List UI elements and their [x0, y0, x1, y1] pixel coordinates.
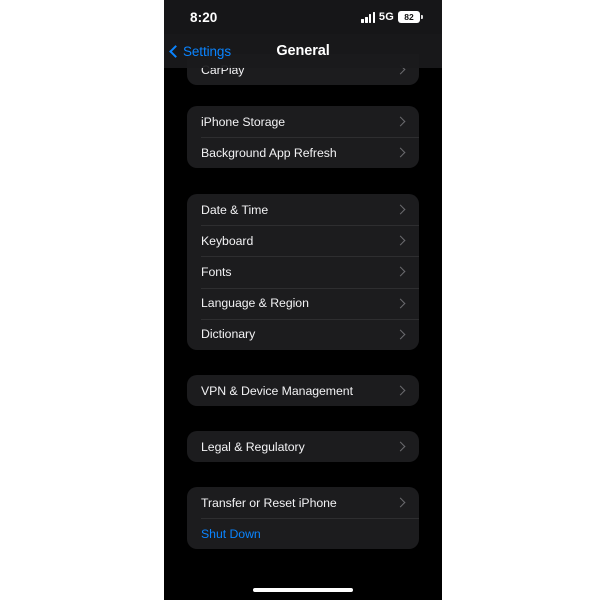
settings-row-label: Keyboard: [201, 233, 254, 248]
group-reset: Transfer or Reset iPhone Shut Down: [187, 487, 419, 550]
settings-row-label: Legal & Regulatory: [201, 439, 305, 454]
chevron-right-icon: [395, 147, 406, 158]
settings-row[interactable]: Fonts: [187, 256, 419, 287]
settings-row-label: Date & Time: [201, 202, 269, 217]
settings-row[interactable]: Language & Region: [187, 287, 419, 319]
settings-row[interactable]: Background App Refresh: [187, 137, 419, 168]
cellular-bars-icon: [361, 11, 375, 23]
settings-row[interactable]: Date & Time: [187, 194, 419, 225]
group-vpn: VPN & Device Management: [187, 375, 419, 407]
settings-row-label: iPhone Storage: [201, 114, 286, 129]
chevron-right-icon: [395, 267, 406, 277]
chevron-right-icon: [395, 204, 406, 215]
settings-row-label: Dictionary: [201, 327, 256, 342]
battery-percent-label: 82: [404, 11, 414, 22]
navigation-bar: Settings General: [164, 34, 442, 68]
group-localization: Date & Time Keyboard Fonts Language & Regio…: [187, 194, 419, 350]
settings-row-label: Language & Region: [201, 296, 309, 311]
settings-row[interactable]: Legal & Regulatory: [187, 431, 419, 462]
settings-row[interactable]: iPhone Storage: [187, 106, 419, 137]
settings-row-label: Transfer or Reset iPhone: [201, 495, 337, 510]
settings-row[interactable]: VPN & Device Management: [187, 375, 419, 406]
group-storage: iPhone Storage Background App Refresh: [187, 106, 419, 169]
settings-row[interactable]: Shut Down: [187, 518, 419, 549]
settings-row[interactable]: Keyboard: [187, 225, 419, 256]
chevron-right-icon: [395, 298, 406, 309]
iphone-screen: CarPlay iPhone Storage Background App Refr…: [164, 0, 442, 600]
network-type-label: 5G: [378, 11, 394, 23]
battery-icon: 82: [398, 11, 423, 23]
settings-row-label: Fonts: [201, 264, 232, 279]
status-bar-clock: 8:20: [190, 9, 218, 25]
settings-row-label: VPN & Device Management: [201, 383, 353, 398]
settings-row-label: Shut Down: [201, 526, 261, 541]
chevron-right-icon: [395, 329, 406, 340]
back-button[interactable]: Settings: [169, 43, 231, 59]
chevron-right-icon: [395, 441, 406, 452]
chevron-right-icon: [395, 116, 406, 127]
screenshot-canvas: CarPlay iPhone Storage Background App Refr…: [0, 0, 606, 600]
home-indicator[interactable]: [253, 588, 353, 592]
status-bar-indicators: 5G 82: [361, 11, 423, 23]
settings-row[interactable]: Dictionary: [187, 318, 419, 350]
group-legal: Legal & Regulatory: [187, 431, 419, 463]
chevron-right-icon: [395, 385, 406, 396]
settings-scroll-view[interactable]: CarPlay iPhone Storage Background App Refr…: [164, 0, 442, 600]
chevron-right-icon: [395, 497, 406, 508]
back-button-label: Settings: [183, 43, 231, 59]
status-bar: 8:20 5G 82: [164, 0, 442, 34]
settings-row-label: Background App Refresh: [201, 145, 337, 160]
chevron-left-icon: [169, 44, 182, 58]
settings-row[interactable]: Transfer or Reset iPhone: [187, 487, 419, 518]
chevron-right-icon: [395, 235, 406, 246]
